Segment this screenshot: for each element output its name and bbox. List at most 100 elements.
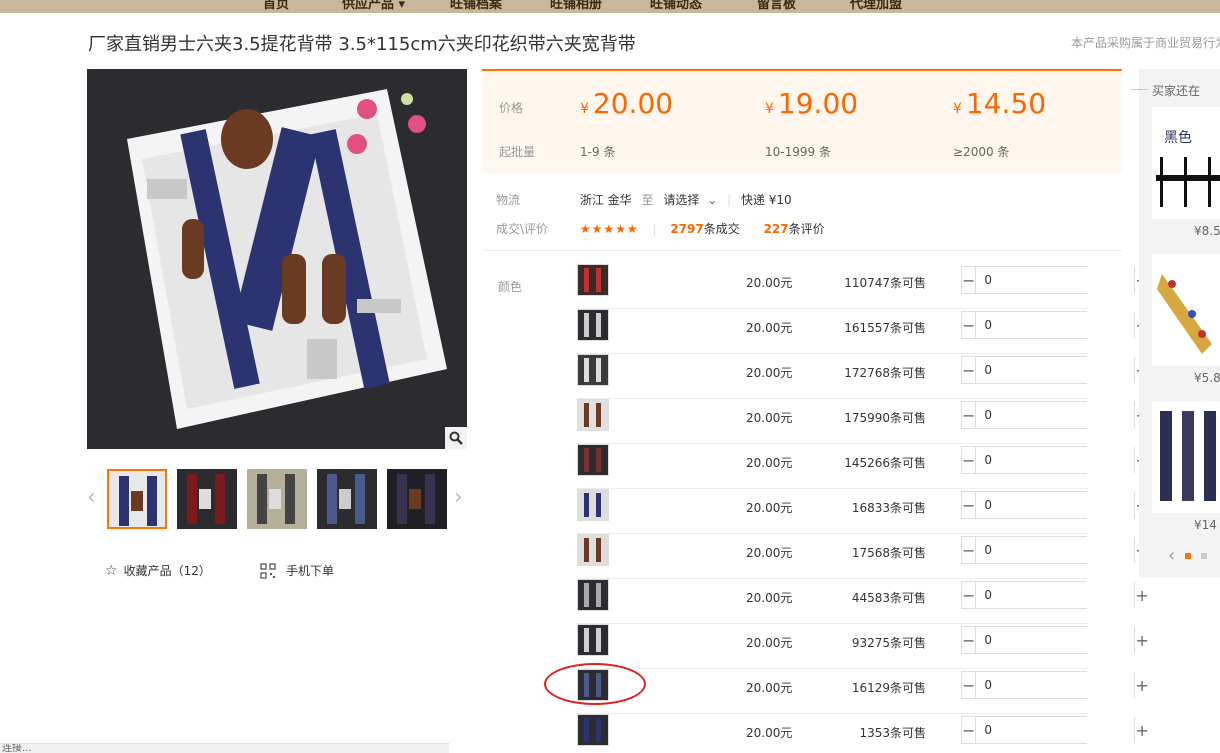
sku-thumbnail[interactable] <box>577 444 609 476</box>
sku-thumbnail-image <box>578 445 608 475</box>
magnifier-icon <box>449 431 463 445</box>
sku-row: 20.00元93275条可售−+ <box>576 624 1149 669</box>
quantity-stepper: −+ <box>961 536 1149 564</box>
tier-qty: 1-9 条 <box>580 145 616 159</box>
recommend-card[interactable] <box>1152 401 1220 513</box>
decrement-button[interactable]: − <box>962 402 975 428</box>
thumb-next-icon[interactable]: › <box>454 487 463 509</box>
deals-row: 成交\评价 ★★★★★ | 2797条成交 227条评价 <box>496 220 825 237</box>
sku-price: 20.00元 <box>746 501 793 515</box>
nav-profile[interactable]: 旺铺档案 <box>450 0 502 12</box>
decrement-button[interactable]: − <box>962 312 975 338</box>
tier-qty: 10-1999 条 <box>765 145 831 159</box>
chevron-left-icon[interactable]: ‹ <box>1168 547 1175 565</box>
destination-select[interactable]: 请选择 ⌄ <box>663 193 717 207</box>
price-panel: 价格 起批量 ¥20.00 ¥19.00 ¥14.50 1-9 条 10-199… <box>482 69 1122 173</box>
decrement-button[interactable]: − <box>962 267 975 293</box>
thumb-prev-icon[interactable]: ‹ <box>87 487 96 509</box>
sku-price: 20.00元 <box>746 411 793 425</box>
sku-price: 20.00元 <box>746 321 793 335</box>
pager-dot[interactable] <box>1201 553 1208 559</box>
quantity-input[interactable] <box>975 492 1136 518</box>
decrement-button[interactable]: − <box>962 537 975 563</box>
sku-stock: 110747条可售 <box>844 276 926 290</box>
card-image <box>1152 254 1220 366</box>
sku-row: 20.00元 17568条可售 −+ <box>576 534 1149 579</box>
nav-album[interactable]: 旺铺相册 <box>550 0 602 12</box>
suspenders-illustration <box>87 69 467 449</box>
zoom-button[interactable] <box>445 427 467 449</box>
nav-agency[interactable]: 代理加盟 <box>850 0 902 12</box>
quantity-stepper: −+ <box>961 356 1149 384</box>
sidebar-pager: ‹ <box>1168 547 1208 565</box>
increment-button[interactable]: + <box>1135 582 1148 608</box>
deals-count[interactable]: 2797 <box>670 222 703 236</box>
increment-button[interactable]: + <box>1135 627 1148 653</box>
quantity-input[interactable] <box>975 357 1136 383</box>
quantity-input[interactable] <box>975 627 1136 653</box>
thumbnail-image <box>247 469 307 529</box>
trade-note: 本产品采购属于商业贸易行为 <box>1071 36 1220 50</box>
decrement-button[interactable]: − <box>962 357 975 383</box>
sku-thumbnail[interactable] <box>577 399 609 431</box>
thumbnail[interactable] <box>387 469 447 529</box>
thumbnail[interactable] <box>107 469 167 529</box>
sku-thumbnail[interactable] <box>577 309 609 341</box>
decrement-button[interactable]: − <box>962 492 975 518</box>
reviews-count[interactable]: 227 <box>764 222 789 236</box>
thumbnail[interactable] <box>177 469 237 529</box>
recommend-card[interactable]: 黑色 <box>1152 107 1220 219</box>
sku-price: 20.00元 <box>746 636 793 650</box>
thumbnail-image <box>109 471 165 527</box>
quantity-input[interactable] <box>975 582 1136 608</box>
decrement-button[interactable]: − <box>962 582 975 608</box>
quantity-input[interactable] <box>975 447 1136 473</box>
sku-thumbnail[interactable] <box>577 534 609 566</box>
sku-thumbnail-image <box>578 715 608 745</box>
to-label: 至 <box>641 193 654 207</box>
product-title: 厂家直销男士六夹3.5提花背带 3.5*115cm六夹印花织带六夹宽背带 <box>88 34 636 55</box>
nav-news[interactable]: 旺铺动态 <box>650 0 702 12</box>
sku-price: 20.00元 <box>746 681 793 695</box>
favorite-button[interactable]: ☆ 收藏产品（12） <box>105 562 211 579</box>
quantity-stepper: −+ <box>961 401 1149 429</box>
nav-products[interactable]: 供应产品 ▾ <box>342 0 405 12</box>
sku-thumbnail[interactable] <box>577 354 609 386</box>
pager-dot[interactable] <box>1185 553 1192 559</box>
sku-row: 20.00元 161557条可售 −+ <box>576 309 1149 354</box>
recommend-card[interactable] <box>1152 254 1220 366</box>
quantity-input[interactable] <box>975 312 1136 338</box>
quantity-input[interactable] <box>975 672 1136 698</box>
sku-thumbnail[interactable] <box>577 579 609 611</box>
nav-messages[interactable]: 留言板 <box>757 0 796 12</box>
decrement-button[interactable]: − <box>962 672 975 698</box>
sku-thumbnail[interactable] <box>577 264 609 296</box>
star-outline-icon: ☆ <box>105 562 118 579</box>
quantity-input[interactable] <box>975 402 1136 428</box>
sku-stock: 145266条可售 <box>844 456 926 470</box>
sku-stock: 16129条可售 <box>851 681 926 695</box>
thumbnail[interactable] <box>317 469 377 529</box>
quantity-input[interactable] <box>975 267 1136 293</box>
sku-thumbnail-image <box>578 265 608 295</box>
quantity-stepper: −+ <box>961 581 1149 609</box>
thumbnail[interactable] <box>247 469 307 529</box>
card-price: ¥8.5 <box>1194 224 1220 238</box>
sku-thumbnail[interactable] <box>577 624 609 656</box>
logistics-label: 物流 <box>496 193 521 207</box>
sku-thumbnail[interactable] <box>577 714 609 746</box>
separator: | <box>652 222 657 236</box>
decrement-button[interactable]: − <box>962 717 975 743</box>
decrement-button[interactable]: − <box>962 627 975 653</box>
increment-button[interactable]: + <box>1135 717 1148 743</box>
express-fee: 快递 ¥10 <box>740 193 792 207</box>
nav-home[interactable]: 首页 <box>263 0 289 12</box>
sku-stock: 1353条可售 <box>859 726 926 740</box>
mobile-order-button[interactable]: 手机下单 <box>260 562 334 579</box>
sku-thumbnail[interactable] <box>577 489 609 521</box>
quantity-input[interactable] <box>975 537 1136 563</box>
quantity-input[interactable] <box>975 717 1136 743</box>
decrement-button[interactable]: − <box>962 447 975 473</box>
product-main-image[interactable] <box>87 69 467 449</box>
increment-button[interactable]: + <box>1135 672 1148 698</box>
